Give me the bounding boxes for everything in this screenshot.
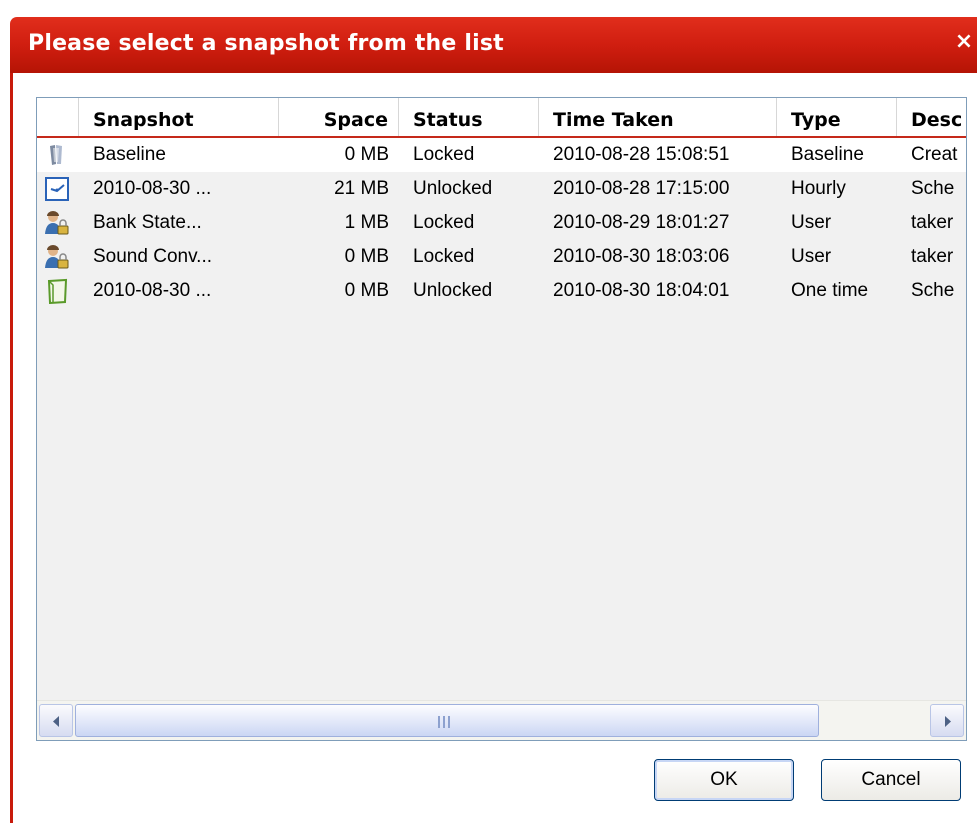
column-header-space[interactable]: Space bbox=[279, 98, 399, 136]
snapshot-list[interactable]: Snapshot Space Status Time Taken Type De… bbox=[36, 97, 967, 741]
snapshot-status: Locked bbox=[413, 144, 475, 165]
snapshot-dialog: Please select a snapshot from the list ×… bbox=[0, 0, 977, 823]
table-row[interactable]: Baseline 0 MB Locked 2010-08-28 15:08:51… bbox=[37, 138, 966, 172]
dialog-left-border bbox=[10, 73, 13, 823]
column-header-time-taken[interactable]: Time Taken bbox=[539, 98, 777, 136]
snapshot-type: Baseline bbox=[791, 144, 864, 165]
snapshot-space: 0 MB bbox=[344, 280, 389, 301]
arrow-right-icon bbox=[945, 716, 951, 727]
scroll-left-button[interactable] bbox=[39, 704, 73, 737]
list-header: Snapshot Space Status Time Taken Type De… bbox=[37, 98, 966, 138]
snapshot-space: 21 MB bbox=[334, 178, 389, 199]
snapshot-status: Locked bbox=[413, 212, 475, 233]
snapshot-time-taken: 2010-08-30 18:04:01 bbox=[553, 280, 730, 301]
baseline-icon bbox=[44, 142, 70, 168]
snapshot-time-taken: 2010-08-29 18:01:27 bbox=[553, 212, 730, 233]
column-header-description[interactable]: Desc bbox=[897, 98, 966, 136]
snapshot-description: Creat bbox=[911, 144, 958, 165]
close-icon[interactable]: × bbox=[953, 29, 975, 55]
snapshot-name: 2010-08-30 ... bbox=[93, 280, 212, 301]
one-time-icon bbox=[44, 278, 70, 305]
snapshot-description: taker bbox=[911, 212, 954, 233]
snapshot-name: Bank State... bbox=[93, 212, 202, 233]
column-header-icon[interactable] bbox=[37, 98, 79, 136]
snapshot-name: Baseline bbox=[93, 144, 166, 165]
cancel-button[interactable]: Cancel bbox=[821, 759, 961, 801]
title-bar[interactable]: Please select a snapshot from the list × bbox=[10, 17, 977, 73]
snapshot-type: User bbox=[791, 246, 832, 267]
grip-icon bbox=[438, 716, 450, 728]
snapshot-space: 1 MB bbox=[344, 212, 389, 233]
user-lock-icon bbox=[44, 244, 70, 270]
snapshot-description: Sche bbox=[911, 178, 955, 199]
user-lock-icon bbox=[44, 210, 70, 236]
column-header-type[interactable]: Type bbox=[777, 98, 897, 136]
ok-button[interactable]: OK bbox=[654, 759, 794, 801]
snapshot-name: 2010-08-30 ... bbox=[93, 178, 212, 199]
table-row[interactable]: Sound Conv... 0 MB Locked 2010-08-30 18:… bbox=[37, 240, 966, 274]
snapshot-status: Locked bbox=[413, 246, 475, 267]
scheduled-clock-icon bbox=[44, 176, 70, 202]
snapshot-status: Unlocked bbox=[413, 280, 493, 301]
scroll-right-button[interactable] bbox=[930, 704, 964, 737]
scroll-thumb[interactable] bbox=[75, 704, 819, 737]
list-rows: Baseline 0 MB Locked 2010-08-28 15:08:51… bbox=[37, 138, 966, 308]
snapshot-description: Sche bbox=[911, 280, 955, 301]
table-row[interactable]: 2010-08-30 ... 21 MB Unlocked 2010-08-28… bbox=[37, 172, 966, 206]
arrow-left-icon bbox=[53, 716, 59, 727]
dialog-title: Please select a snapshot from the list bbox=[28, 31, 504, 56]
column-header-snapshot[interactable]: Snapshot bbox=[79, 98, 279, 136]
snapshot-status: Unlocked bbox=[413, 178, 493, 199]
snapshot-type: User bbox=[791, 212, 832, 233]
snapshot-time-taken: 2010-08-28 17:15:00 bbox=[553, 178, 730, 199]
snapshot-time-taken: 2010-08-30 18:03:06 bbox=[553, 246, 730, 267]
table-row[interactable]: Bank State... 1 MB Locked 2010-08-29 18:… bbox=[37, 206, 966, 240]
snapshot-space: 0 MB bbox=[344, 144, 389, 165]
table-row[interactable]: 2010-08-30 ... 0 MB Unlocked 2010-08-30 … bbox=[37, 274, 966, 308]
snapshot-time-taken: 2010-08-28 15:08:51 bbox=[553, 144, 730, 165]
horizontal-scrollbar[interactable] bbox=[37, 700, 966, 740]
snapshot-type: Hourly bbox=[791, 178, 846, 199]
snapshot-type: One time bbox=[791, 280, 869, 301]
snapshot-description: taker bbox=[911, 246, 954, 267]
column-header-status[interactable]: Status bbox=[399, 98, 539, 136]
snapshot-space: 0 MB bbox=[344, 246, 389, 267]
snapshot-name: Sound Conv... bbox=[93, 246, 213, 267]
